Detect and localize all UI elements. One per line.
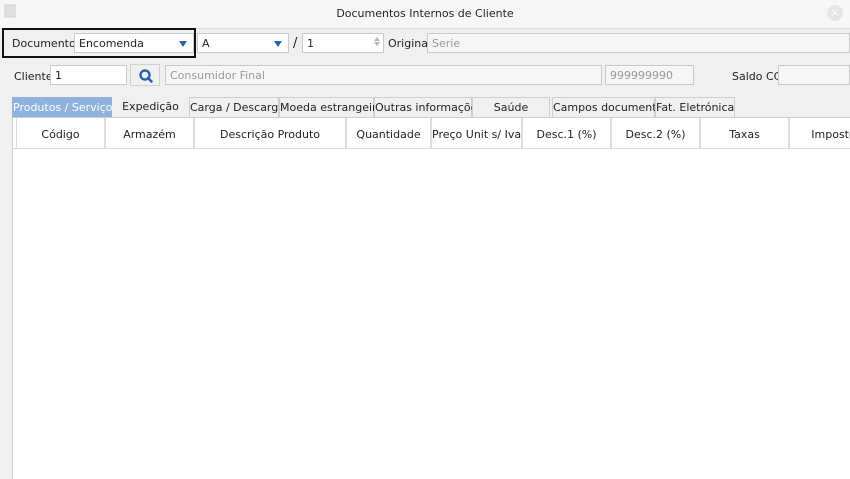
tab-fat-eletronica[interactable]: Fat. Eletrónica — [655, 97, 735, 117]
cliente-label: Cliente — [14, 70, 53, 83]
documento-select[interactable]: Encomenda — [74, 33, 194, 53]
numero-stepper[interactable]: 1 — [302, 33, 384, 53]
documento-value: Encomenda — [79, 37, 144, 50]
saldo-cc-label: Saldo CC — [732, 70, 782, 83]
column-header-preco-unit[interactable]: Preço Unit s/ Iva — [431, 118, 522, 148]
original-serie-field[interactable]: Serie — [427, 33, 850, 53]
search-icon — [139, 69, 153, 83]
chevron-down-icon[interactable] — [179, 41, 187, 47]
column-header-codigo[interactable]: Código — [16, 118, 105, 148]
original-label: Original — [388, 37, 432, 50]
column-header-desc2[interactable]: Desc.2 (%) — [611, 118, 700, 148]
client-nif: 999999990 — [610, 69, 673, 82]
grid-header: Código Armazém Descrição Produto Quantid… — [13, 118, 850, 149]
column-header-armazem[interactable]: Armazém — [105, 118, 194, 148]
search-client-button[interactable] — [130, 64, 160, 86]
cliente-number-field[interactable]: 1 — [50, 65, 127, 85]
client-nif-field[interactable]: 999999990 — [605, 65, 694, 85]
tab-outras-informacoes[interactable]: Outras informações — [374, 97, 483, 117]
window-title: Documentos Internos de Cliente — [336, 7, 514, 20]
client-name: Consumidor Final — [170, 69, 265, 82]
spinner-icon[interactable] — [373, 36, 381, 50]
tab-campos-documento[interactable]: Campos documento — [552, 97, 663, 117]
tab-saude[interactable]: Saúde — [472, 97, 550, 117]
column-header-quantidade[interactable]: Quantidade — [346, 118, 431, 148]
tab-produtos-servicos[interactable]: Produtos / Serviços — [12, 97, 118, 117]
title-bar: Documentos Internos de Cliente × — [0, 0, 850, 29]
tab-carga-descarga[interactable]: Carga / Descarga — [189, 97, 285, 117]
close-icon[interactable]: × — [827, 5, 843, 21]
slash-separator: / — [293, 36, 298, 51]
chevron-down-icon[interactable] — [274, 41, 282, 47]
serie-select[interactable]: A — [197, 33, 289, 53]
document-row: Documento Encomenda A / 1 Original Serie — [0, 28, 850, 60]
column-header-taxas[interactable]: Taxas — [700, 118, 789, 148]
tab-expedicao[interactable]: Expedição — [112, 97, 189, 117]
products-grid[interactable]: Código Armazém Descrição Produto Quantid… — [12, 117, 850, 479]
serie-placeholder: Serie — [432, 37, 461, 50]
serie-value: A — [202, 37, 210, 50]
client-name-field[interactable]: Consumidor Final — [165, 65, 602, 85]
column-header-desc1[interactable]: Desc.1 (%) — [522, 118, 611, 148]
numero-value: 1 — [307, 37, 314, 50]
tab-moeda-estrangeira[interactable]: Moeda estrangeira — [279, 97, 383, 117]
documento-label: Documento — [12, 37, 76, 50]
cliente-number: 1 — [55, 69, 62, 82]
column-header-descricao[interactable]: Descrição Produto — [194, 118, 346, 148]
column-header-imposto[interactable]: Imposto — [789, 118, 850, 148]
saldo-cc-field[interactable] — [778, 65, 850, 85]
